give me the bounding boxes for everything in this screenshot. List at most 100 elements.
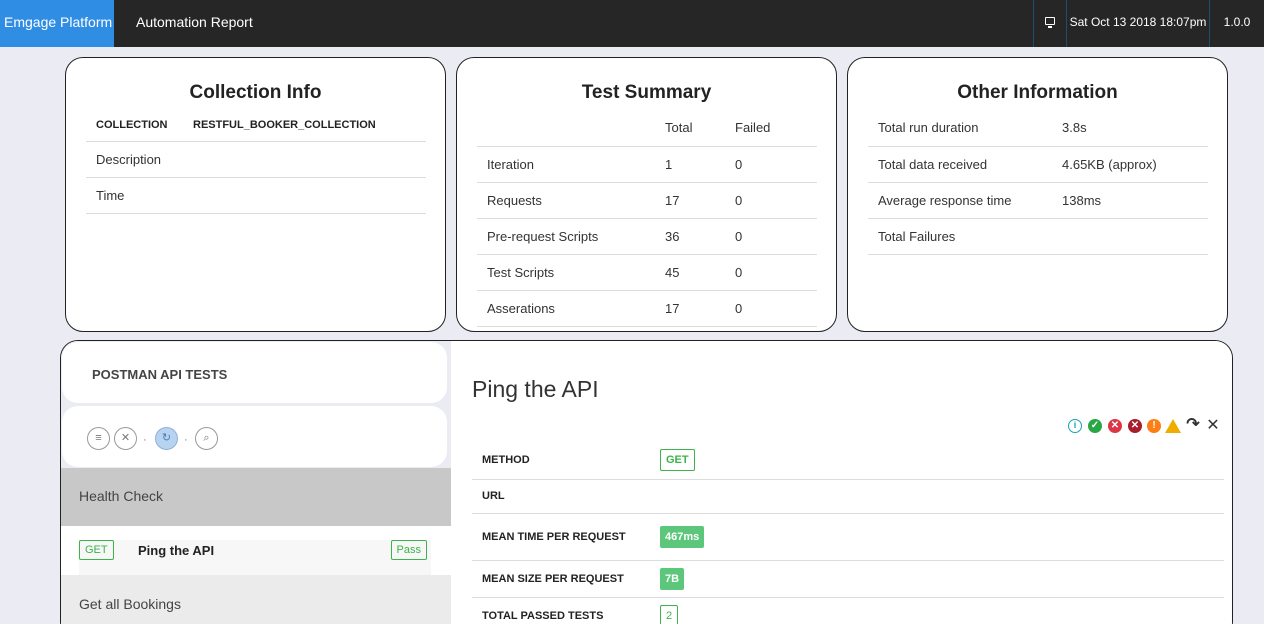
row-label: Iteration	[477, 146, 665, 183]
mean-size-cell: 7B	[660, 560, 1224, 598]
mean-time-badge: 467ms	[660, 525, 705, 548]
row-failed: 0	[735, 290, 817, 327]
sidebar-toolbar: ≡ ✕ · ↻ · ⌕	[62, 406, 447, 467]
test-summary-card: Test Summary Total Failed Iteration 1 0 …	[456, 57, 837, 332]
summary-row: Asserations 17 0	[477, 290, 817, 327]
request-sidebar: POSTMAN API TESTS ≡ ✕ · ↻ · ⌕ Health Che…	[61, 341, 451, 624]
redo-icon[interactable]: ↷	[1186, 417, 1200, 433]
error-icon[interactable]: ✕	[1108, 419, 1122, 433]
url-label: URL	[472, 479, 660, 514]
brand-link[interactable]: Emgage Platform	[0, 0, 114, 47]
list-icon: ≡	[95, 432, 102, 444]
request-title: Ping the API	[472, 376, 599, 402]
toolbar-separator: ·	[184, 434, 188, 446]
other-info-table: Total run duration 3.8s Total data recei…	[868, 110, 1208, 255]
header-blank	[477, 110, 665, 147]
collection-label: COLLECTION	[86, 110, 193, 142]
time-row: Time	[86, 177, 426, 214]
search-icon: ⌕	[203, 432, 210, 444]
monitor-button[interactable]	[1033, 0, 1066, 47]
info-row: Total Failures	[868, 218, 1208, 255]
detail-row-method: METHOD GET	[472, 441, 1224, 480]
info-value: 4.65KB (approx)	[1062, 146, 1208, 183]
detail-row-url: URL	[472, 479, 1224, 514]
test-summary-table: Total Failed Iteration 1 0 Requests 17 0…	[477, 110, 817, 327]
status-badge: Pass	[390, 540, 427, 560]
request-detail: Ping the API i ✓ ✕ ✕ ! ↷ ✕ METHOD GET UR…	[451, 341, 1232, 624]
info-label: Total run duration	[868, 110, 1062, 147]
row-label: Asserations	[477, 290, 665, 327]
info-row: Total run duration 3.8s	[868, 110, 1208, 147]
refresh-icon: ↻	[161, 432, 172, 444]
warning-icon[interactable]	[1165, 419, 1181, 433]
passed-label: TOTAL PASSED TESTS	[472, 597, 660, 624]
summary-row: Iteration 1 0	[477, 146, 817, 183]
folder-requests: GET Ping the API Pass	[61, 526, 451, 575]
request-detail-table: METHOD GET URL MEAN TIME PER REQUEST 467…	[472, 441, 1224, 624]
info-icon[interactable]: i	[1068, 419, 1082, 433]
report-title-link[interactable]: Automation Report	[136, 0, 253, 45]
sidebar-header: POSTMAN API TESTS	[62, 342, 447, 403]
col-failed: Failed	[735, 110, 817, 147]
exclamation-icon[interactable]: !	[1147, 419, 1161, 433]
close-icon[interactable]: ✕	[1206, 418, 1220, 434]
version-label: 1.0.0	[1209, 0, 1264, 47]
mean-time-cell: 467ms	[660, 513, 1224, 561]
folder-label: Get all Bookings	[79, 596, 181, 612]
collection-info-title: Collection Info	[189, 82, 322, 103]
info-label: Total data received	[868, 146, 1062, 183]
close-icon: ✕	[120, 432, 131, 444]
detail-row-passed: TOTAL PASSED TESTS 2	[472, 597, 1224, 624]
row-total: 17	[665, 182, 735, 219]
monitor-icon	[1045, 17, 1055, 29]
detail-row-mean-size: MEAN SIZE PER REQUEST 7B	[472, 560, 1224, 598]
run-datetime: Sat Oct 13 2018 18:07pm	[1066, 0, 1209, 47]
request-item-ping-the-api[interactable]: GET Ping the API Pass	[79, 540, 431, 575]
row-total: 45	[665, 254, 735, 291]
info-value: 138ms	[1062, 182, 1208, 219]
passed-badge: 2	[660, 605, 679, 624]
collection-info-card: Collection Info COLLECTION RESTFUL_BOOKE…	[65, 57, 446, 332]
collection-row: COLLECTION RESTFUL_BOOKER_COLLECTION	[86, 110, 426, 142]
info-row: Average response time 138ms	[868, 182, 1208, 219]
collection-value: RESTFUL_BOOKER_COLLECTION	[193, 110, 426, 142]
row-failed: 0	[735, 254, 817, 291]
mean-time-label: MEAN TIME PER REQUEST	[472, 513, 660, 561]
top-nav: Emgage Platform Automation Report Sat Oc…	[0, 0, 1264, 47]
folder-label: Health Check	[79, 488, 164, 504]
row-failed: 0	[735, 218, 817, 255]
refresh-button[interactable]: ↻	[155, 427, 178, 450]
folder-health-check[interactable]: Health Check	[61, 468, 451, 526]
info-value	[1062, 218, 1208, 255]
row-total: 17	[665, 290, 735, 327]
row-failed: 0	[735, 146, 817, 183]
fatal-icon[interactable]: ✕	[1128, 419, 1142, 433]
row-total: 1	[665, 146, 735, 183]
time-label: Time	[86, 177, 426, 214]
toolbar-separator: ·	[143, 434, 147, 446]
url-value	[660, 479, 1224, 514]
search-button[interactable]: ⌕	[195, 427, 218, 450]
col-total: Total	[665, 110, 735, 147]
row-failed: 0	[735, 182, 817, 219]
sidebar-heading: POSTMAN API TESTS	[92, 367, 228, 382]
method-label: METHOD	[472, 441, 660, 480]
list-filter-button[interactable]: ≡	[87, 427, 110, 450]
summary-row: Requests 17 0	[477, 182, 817, 219]
check-icon[interactable]: ✓	[1088, 419, 1102, 433]
row-label: Pre-request Scripts	[477, 218, 665, 255]
method-badge: GET	[660, 448, 695, 471]
info-row: Total data received 4.65KB (approx)	[868, 146, 1208, 183]
results-panel: POSTMAN API TESTS ≡ ✕ · ↻ · ⌕ Health Che…	[60, 340, 1233, 624]
collection-info-table: COLLECTION RESTFUL_BOOKER_COLLECTION Des…	[86, 110, 426, 214]
mean-size-badge: 7B	[660, 567, 685, 590]
request-name: Ping the API	[138, 543, 215, 558]
info-label: Average response time	[868, 182, 1062, 219]
folder-get-all-bookings[interactable]: Get all Bookings	[61, 575, 451, 624]
passed-cell: 2	[660, 597, 1224, 624]
detail-row-mean-time: MEAN TIME PER REQUEST 467ms	[472, 513, 1224, 561]
other-info-title: Other Information	[957, 82, 1118, 103]
test-summary-title: Test Summary	[581, 82, 712, 103]
description-row: Description	[86, 141, 426, 178]
clear-filter-button[interactable]: ✕	[114, 427, 137, 450]
